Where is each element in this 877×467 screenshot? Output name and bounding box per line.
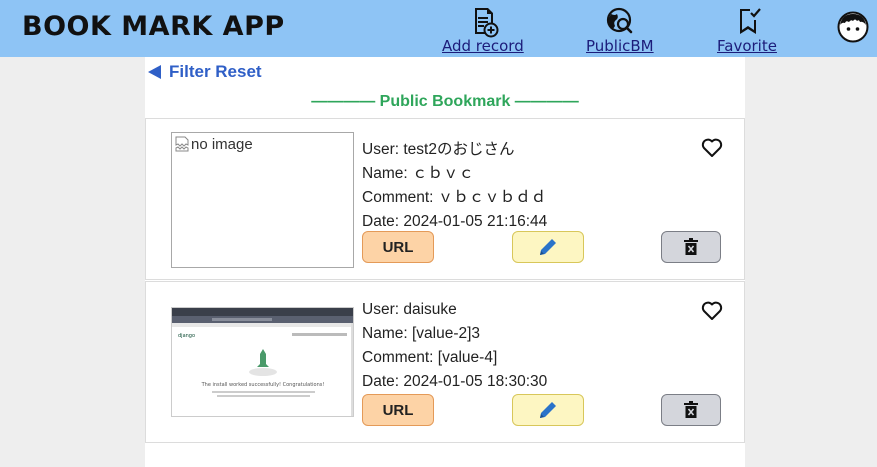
url-button[interactable]: URL	[362, 394, 434, 426]
edit-button[interactable]	[512, 394, 584, 426]
filter-reset-label[interactable]: Filter Reset	[169, 62, 262, 82]
bookmark-user: User: daisuke	[362, 301, 457, 318]
public-search-icon	[606, 7, 633, 34]
nav-public-bm[interactable]: PublicBM	[586, 4, 654, 55]
nav-favorite-label[interactable]: Favorite	[717, 37, 777, 55]
favorite-heart-icon[interactable]	[700, 299, 724, 321]
thumbnail-brand: django	[178, 333, 195, 339]
bookmark-card: no image User: test2のおじさん Name: ｃｂｖｃ Com…	[145, 118, 745, 280]
bookmark-info: User: daisuke Name: [value-2]3 Comment: …	[362, 298, 547, 394]
bookmark-info: User: test2のおじさん Name: ｃｂｖｃ Comment: ｖｂｃ…	[362, 138, 547, 234]
broken-image-icon	[175, 136, 189, 152]
bookmark-comment: Comment: ｖｂｃｖｂｄｄ	[362, 189, 547, 206]
thumbnail-text: The install worked successfully! Congrat…	[201, 382, 325, 388]
add-record-icon	[474, 8, 499, 38]
image-alt-text: no image	[191, 136, 253, 153]
bookmark-user: User: test2のおじさん	[362, 141, 515, 158]
back-triangle-icon	[148, 65, 161, 79]
delete-button[interactable]	[661, 231, 721, 263]
section-title: ———— Public Bookmark ————	[311, 93, 579, 110]
nav-favorite[interactable]: Favorite	[717, 4, 777, 55]
bookmark-thumbnail: django The install worked successfully! …	[171, 307, 354, 417]
bookmark-date: Date: 2024-01-05 18:30:30	[362, 373, 548, 390]
nav-add-record[interactable]: Add record	[442, 4, 524, 55]
nav-public-bm-label[interactable]: PublicBM	[586, 37, 654, 55]
app-title: BOOK MARK APP	[22, 11, 285, 42]
pencil-icon	[540, 239, 556, 255]
bookmark-name: Name: ｃｂｖｃ	[362, 165, 474, 182]
django-screenshot-thumbnail: django The install worked successfully! …	[172, 308, 353, 416]
bookmark-thumbnail-broken: no image	[171, 132, 354, 268]
main-content: Filter Reset ———— Public Bookmark ———— n…	[145, 57, 745, 467]
bookmark-comment: Comment: [value-4]	[362, 349, 498, 366]
trash-icon	[684, 401, 698, 418]
url-button[interactable]: URL	[362, 231, 434, 263]
favorite-heart-icon[interactable]	[700, 136, 724, 158]
bookmark-card: django The install worked successfully! …	[145, 281, 745, 443]
edit-button[interactable]	[512, 231, 584, 263]
bookmark-name: Name: [value-2]3	[362, 325, 481, 342]
filter-reset-link[interactable]: Filter Reset	[148, 62, 262, 82]
trash-icon	[684, 238, 698, 255]
pencil-icon	[540, 402, 556, 418]
delete-button[interactable]	[661, 394, 721, 426]
nav-add-record-label[interactable]: Add record	[442, 37, 524, 55]
bookmark-check-icon	[739, 8, 761, 34]
user-avatar-icon[interactable]	[836, 10, 870, 44]
top-navbar: BOOK MARK APP Add record PublicBM Favori…	[0, 0, 877, 57]
